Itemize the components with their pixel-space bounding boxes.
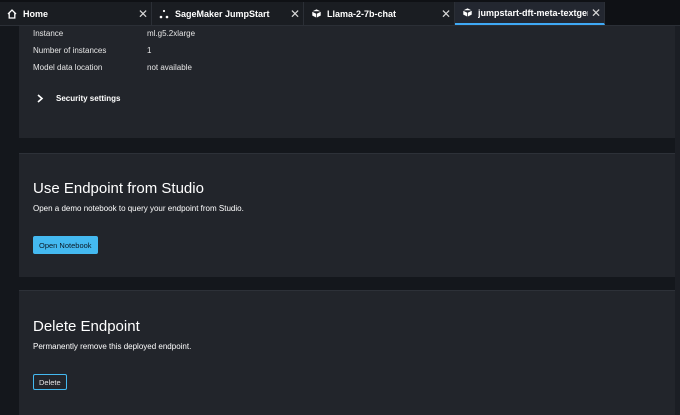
section-title: Use Endpoint from Studio — [33, 180, 204, 197]
model-icon — [461, 7, 473, 19]
security-settings-label: Security settings — [56, 94, 121, 103]
tab-home[interactable]: Home ✕ — [0, 2, 152, 25]
tab-bar: Home ✕ SageMaker JumpStart ✕ Llama-2-7b-… — [0, 0, 680, 26]
detail-value: 1 — [147, 46, 152, 55]
close-icon[interactable]: ✕ — [287, 7, 303, 21]
tab-label: SageMaker JumpStart — [175, 8, 270, 19]
endpoint-details-panel: Instance ml.g5.2xlarge Number of instanc… — [19, 26, 680, 138]
detail-key: Model data location — [33, 63, 103, 72]
delete-endpoint-panel: Delete Endpoint Permanently remove this … — [19, 290, 680, 415]
close-icon[interactable]: ✕ — [438, 7, 454, 21]
section-description: Permanently remove this deployed endpoin… — [33, 342, 192, 351]
detail-value: not available — [147, 63, 192, 72]
tab-llama-2-7b-chat[interactable]: Llama-2-7b-chat ✕ — [304, 2, 455, 25]
section-description: Open a demo notebook to query your endpo… — [33, 204, 244, 213]
detail-value: ml.g5.2xlarge — [147, 29, 196, 38]
detail-key: Number of instances — [33, 46, 107, 55]
use-endpoint-panel: Use Endpoint from Studio Open a demo not… — [19, 153, 680, 277]
home-icon — [6, 8, 18, 20]
model-icon — [310, 8, 322, 20]
tab-label: Home — [23, 8, 49, 19]
jumpstart-icon — [158, 8, 170, 20]
delete-button[interactable]: Delete — [33, 374, 67, 390]
section-title: Delete Endpoint — [33, 318, 140, 335]
tab-sagemaker-jumpstart[interactable]: SageMaker JumpStart ✕ — [152, 2, 304, 25]
chevron-right-icon — [36, 94, 48, 103]
close-icon[interactable]: ✕ — [135, 7, 151, 21]
security-settings-toggle[interactable]: Security settings — [36, 94, 120, 103]
tab-label: jumpstart-dft-meta-textgener — [478, 7, 588, 18]
detail-key: Instance — [33, 29, 64, 38]
scrollbar[interactable] — [675, 26, 680, 415]
open-notebook-button[interactable]: Open Notebook — [33, 236, 98, 254]
close-icon[interactable]: ✕ — [588, 6, 604, 20]
tab-jumpstart-endpoint[interactable]: jumpstart-dft-meta-textgener ✕ — [455, 2, 605, 25]
tab-label: Llama-2-7b-chat — [327, 8, 397, 19]
